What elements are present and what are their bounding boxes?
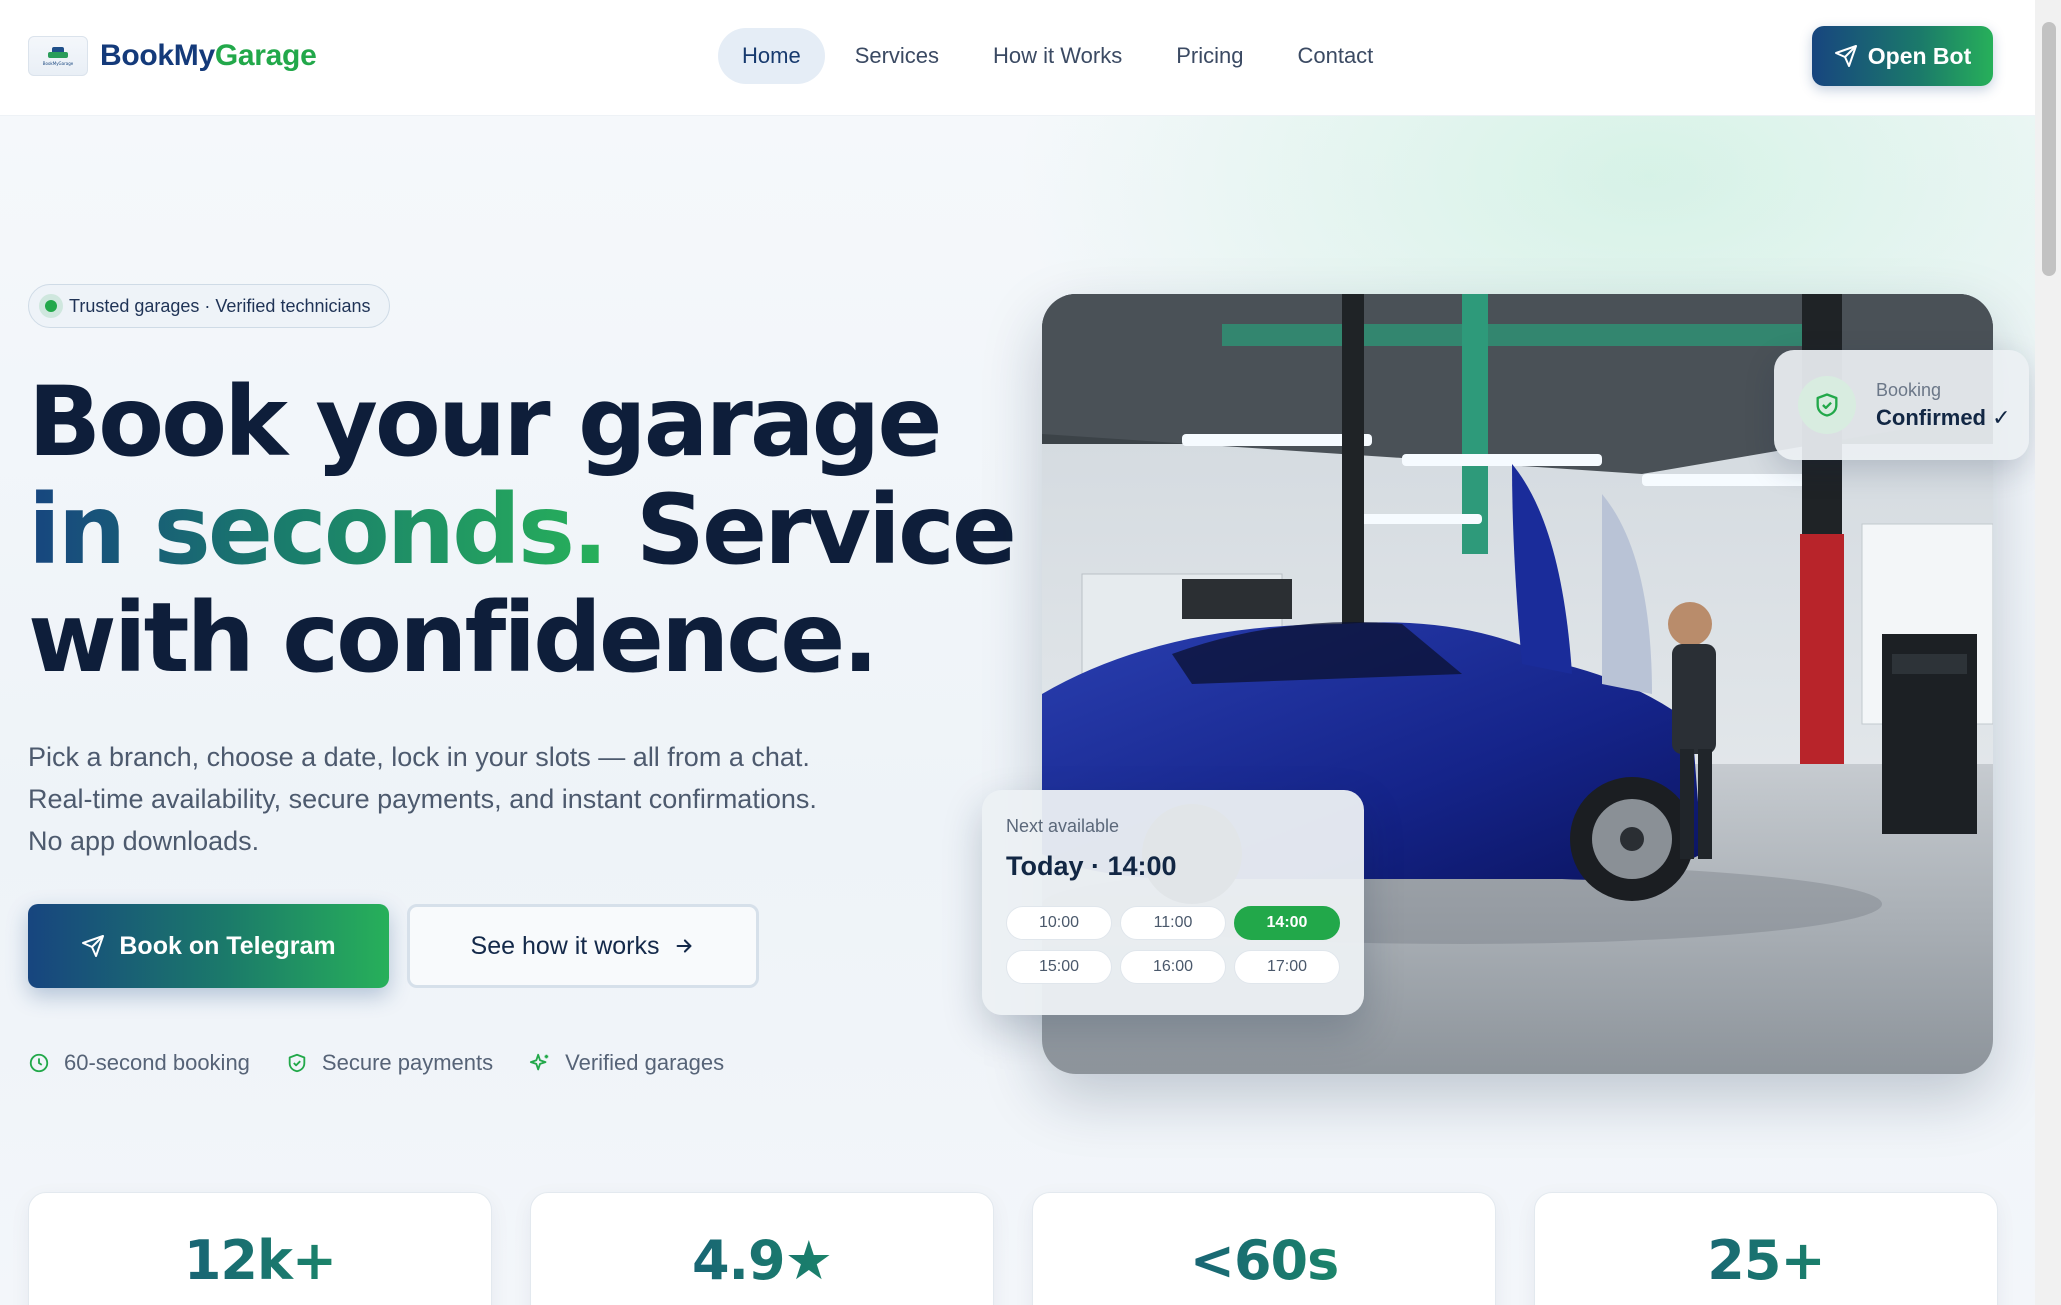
feature-label: Verified garages [565, 1050, 725, 1075]
stat-value: 4.9★ [531, 1229, 993, 1292]
stat-value: 12k+ [29, 1229, 491, 1292]
headline-line-3: with confidence. [28, 582, 879, 694]
send-icon [82, 935, 105, 957]
headline-highlight: in seconds. [28, 474, 608, 586]
time-slot[interactable]: 10:00 [1006, 906, 1112, 940]
open-bot-label: Open Bot [1867, 42, 1972, 69]
brand-name-part2: Garage [214, 39, 317, 72]
slots-label: Next available [1006, 816, 1120, 836]
feature-item: Secure payments [286, 1050, 493, 1076]
booking-confirmed-badge: Booking Confirmed ✓ [1774, 350, 2029, 460]
time-slot[interactable]: 11:00 [1120, 906, 1226, 940]
feature-label: Secure payments [321, 1050, 494, 1075]
see-how-it-works-label: See how it works [470, 931, 660, 960]
slots-title: Today · 14:00 [1006, 851, 1177, 881]
feature-item: Verified garages [529, 1050, 724, 1076]
headline-line-2: in seconds. Service [28, 476, 1028, 584]
stats-row: 12k+ 4.9★ <60s 25+ [28, 1192, 1998, 1305]
stat-value: 25+ [1535, 1229, 1997, 1292]
nav-services[interactable]: Services [831, 28, 963, 84]
nav-pricing[interactable]: Pricing [1152, 28, 1267, 84]
stat-card: 25+ [1534, 1192, 1998, 1305]
feature-list: 60-second booking Secure payments Verifi… [28, 1050, 760, 1076]
next-available-card: Next available Today · 14:00 10:00 11:00… [982, 790, 1364, 1015]
stat-card: 4.9★ [530, 1192, 994, 1305]
time-slot[interactable]: 15:00 [1006, 950, 1112, 984]
stat-card: <60s [1032, 1192, 1496, 1305]
stat-card: 12k+ [28, 1192, 492, 1305]
shield-check-icon [1798, 376, 1856, 434]
main-nav: Home Services How it Works Pricing Conta… [718, 28, 1403, 84]
brand[interactable]: BookMyGarage BookMyGarage [28, 36, 317, 76]
book-on-telegram-label: Book on Telegram [119, 931, 336, 960]
headline-line-1: Book your garage [28, 366, 942, 478]
time-slot-grid: 10:00 11:00 14:00 15:00 16:00 17:00 [1006, 906, 1340, 984]
status-dot [45, 300, 57, 312]
see-how-it-works-button[interactable]: See how it works [407, 904, 759, 988]
feature-item: 60-second booking [28, 1050, 250, 1076]
book-on-telegram-button[interactable]: Book on Telegram [28, 904, 389, 988]
stat-value: <60s [1033, 1229, 1495, 1292]
time-slot[interactable]: 16:00 [1120, 950, 1226, 984]
nav-how-it-works[interactable]: How it Works [969, 28, 1146, 84]
shield-check-icon [288, 1053, 306, 1073]
brand-logo: BookMyGarage [28, 36, 88, 76]
svg-text:BookMyGarage: BookMyGarage [43, 61, 74, 66]
scrollbar-thumb[interactable] [2042, 22, 2056, 276]
feature-label: 60-second booking [64, 1050, 250, 1075]
site-header: BookMyGarage BookMyGarage Home Services … [0, 0, 2035, 116]
trust-pill-text: Trusted garages · Verified technicians [69, 295, 371, 316]
hero-subcopy: Pick a branch, choose a date, lock in yo… [28, 736, 908, 862]
subcopy-line-3: No app downloads. [28, 826, 260, 856]
headline-rest: Service [605, 474, 1017, 586]
badge-value: Confirmed ✓ [1876, 404, 2011, 430]
trust-pill: Trusted garages · Verified technicians [28, 284, 390, 328]
open-bot-button[interactable]: Open Bot [1812, 26, 1993, 86]
send-icon [1834, 45, 1857, 67]
time-slot-selected[interactable]: 14:00 [1234, 906, 1340, 940]
subcopy-line-2: Real-time availability, secure payments,… [28, 784, 817, 814]
badge-label: Booking [1876, 379, 1942, 400]
badge-text: Booking Confirmed ✓ [1876, 380, 2011, 431]
arrow-right-icon [677, 939, 692, 953]
brand-name-part1: BookMy [100, 39, 215, 72]
nav-contact[interactable]: Contact [1273, 28, 1397, 84]
hero-headline: Book your garage in seconds. Service wit… [28, 368, 1028, 692]
time-slot[interactable]: 17:00 [1234, 950, 1340, 984]
nav-home[interactable]: Home [718, 28, 825, 84]
subcopy-line-1: Pick a branch, choose a date, lock in yo… [28, 742, 810, 772]
brand-name: BookMyGarage [100, 39, 317, 73]
clock-icon [29, 1053, 49, 1073]
sparkle-icon [530, 1053, 549, 1071]
